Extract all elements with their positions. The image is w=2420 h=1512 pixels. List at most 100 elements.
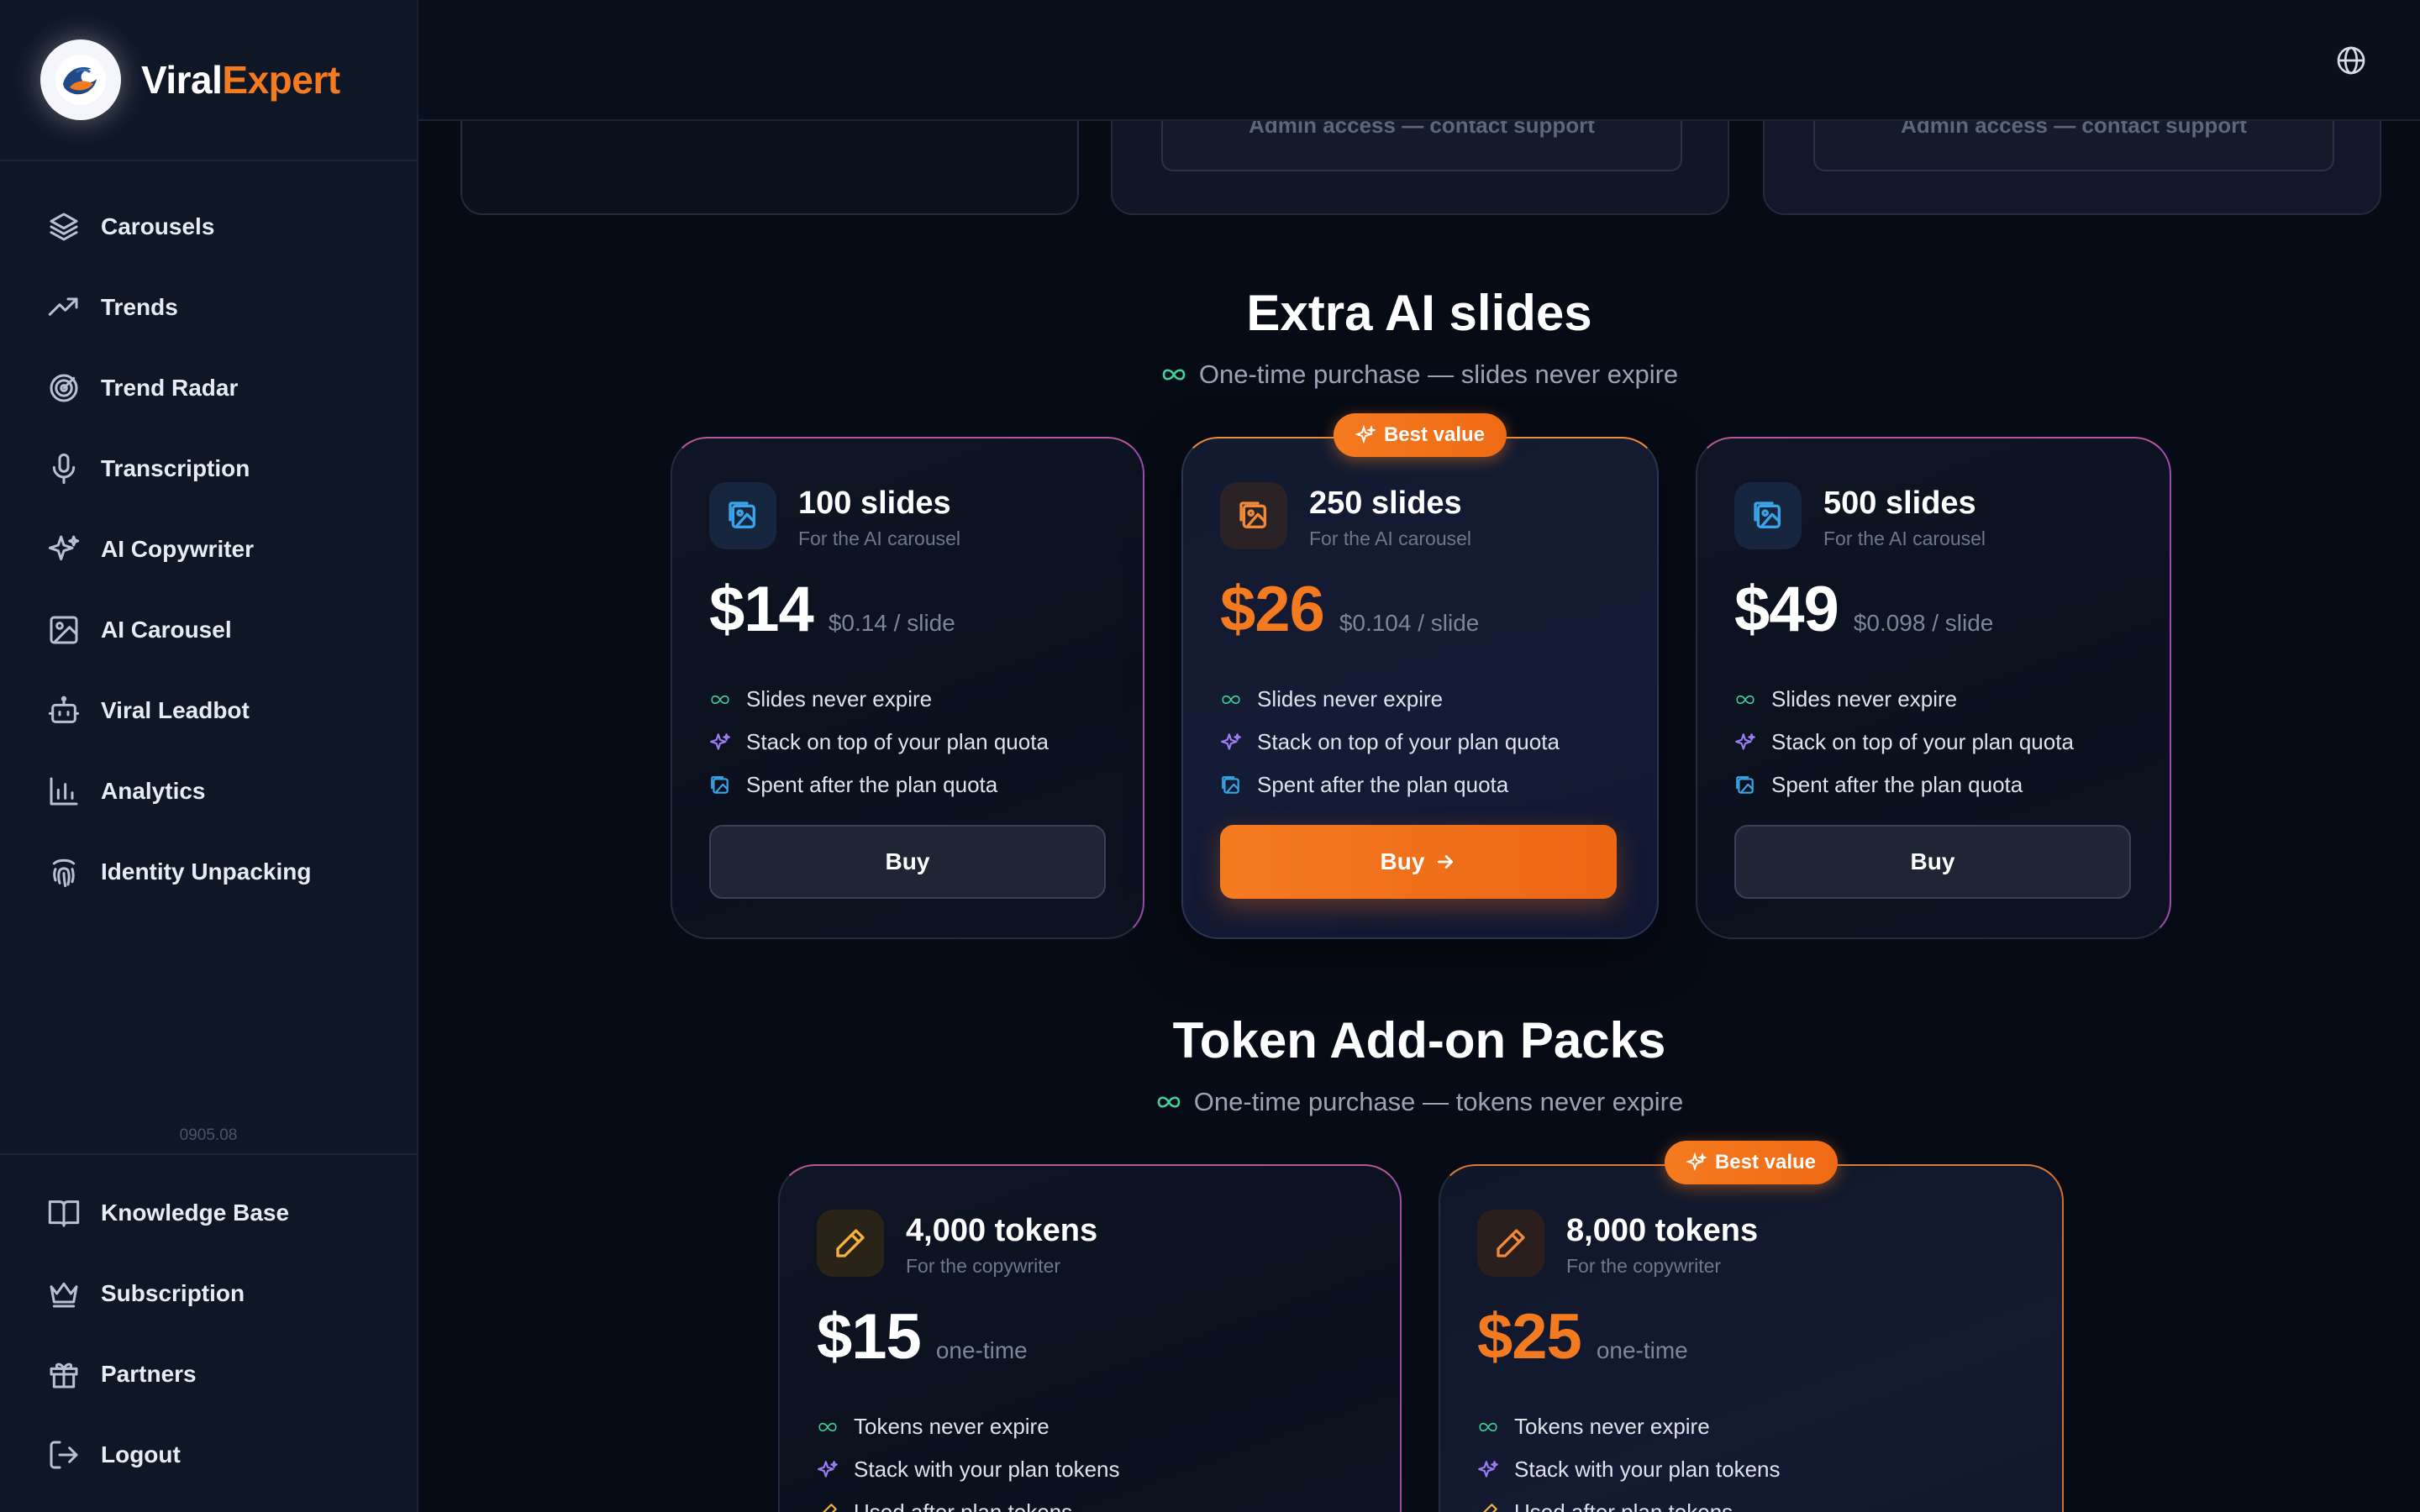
list-item: Slides never expire (1220, 678, 1560, 721)
best-value-badge: Best value (1664, 1141, 1839, 1184)
feature-text: Stack with your plan tokens (854, 1457, 1120, 1482)
sidebar-item-label: Viral Leadbot (101, 697, 250, 723)
slides-card-100: 100 slides For the AI carousel $14 $0.14… (671, 437, 1144, 939)
images-icon (1220, 482, 1287, 549)
pencil-icon (1477, 1210, 1544, 1277)
price: $26 (1220, 574, 1325, 645)
sidebar-item-label: Trends (101, 294, 178, 320)
price-per-unit: one-time (1596, 1337, 1688, 1363)
feature-text: Stack on top of your plan quota (746, 729, 1049, 754)
price-per-unit: one-time (935, 1337, 1028, 1363)
feature-text: Slides never expire (1257, 686, 1444, 711)
buy-button[interactable]: Buy (709, 825, 1106, 899)
images-icon (711, 775, 729, 794)
sidebar-item-analytics[interactable]: Analytics (45, 766, 398, 816)
sidebar-item-label: Logout (101, 1441, 181, 1467)
crown-icon (45, 1275, 82, 1312)
sidebar-item-trends[interactable]: Trends (45, 282, 398, 333)
card-title: 500 slides (1823, 486, 1976, 521)
card-description: For the AI carousel (1309, 528, 1472, 549)
infinity-icon (1479, 1422, 1497, 1431)
sparkles-icon (1355, 425, 1376, 444)
feature-list: Tokens never expire Stack with your plan… (1477, 1405, 1781, 1512)
price: $25 (1477, 1301, 1582, 1373)
sidebar-item-ai-carousel[interactable]: AI Carousel (45, 605, 398, 655)
feature-text: Tokens never expire (1514, 1414, 1710, 1439)
sidebar-item-identity-unpacking[interactable]: Identity Unpacking (45, 847, 398, 897)
price-row: $25 one-time (1477, 1300, 1688, 1373)
best-value-badge: Best value (1333, 413, 1507, 457)
sidebar-item-ai-copywriter[interactable]: AI Copywriter (45, 524, 398, 575)
arrow-right-icon (1438, 855, 1454, 869)
sidebar-item-trend-radar[interactable]: Trend Radar (45, 363, 398, 413)
trending-up-icon (45, 289, 82, 326)
card-description: For the AI carousel (1823, 528, 1986, 549)
feature-text: Stack on top of your plan quota (1257, 729, 1560, 754)
feature-text: Slides never expire (1771, 686, 1958, 711)
section-title-tokens: Token Add-on Packs (1172, 1012, 1666, 1068)
section-subtitle-tokens: One-time purchase — tokens never expire (418, 1087, 2420, 1117)
brand-name: ViralExpert (141, 57, 340, 102)
badge-text: Best value (1383, 423, 1486, 446)
sidebar-item-label: Analytics (101, 778, 206, 804)
list-item: Spent after the plan quota (1734, 764, 2074, 806)
sidebar-item-label: AI Copywriter (101, 536, 255, 562)
buy-button[interactable]: Buy (1220, 825, 1617, 899)
sidebar-item-subscription[interactable]: Subscription (45, 1268, 398, 1319)
price-row: $14 $0.14 / slide (709, 573, 955, 646)
pencil-icon (822, 1503, 837, 1512)
list-item: Spent after the plan quota (1220, 764, 1560, 806)
section-subtitle-text: One-time purchase — tokens never expire (1193, 1087, 1684, 1116)
buy-button-label: Buy (1910, 848, 1955, 874)
badge-text: Best value (1714, 1151, 1817, 1173)
sparkles-icon (1735, 732, 1755, 750)
sidebar-item-label: Partners (101, 1361, 197, 1387)
card-description: For the copywriter (1566, 1255, 1722, 1277)
price: $14 (709, 574, 814, 645)
infinity-icon (1162, 369, 1186, 381)
brand[interactable]: ViralExpert (0, 0, 417, 161)
feature-text: Spent after the plan quota (1257, 772, 1509, 797)
logout-icon (45, 1436, 82, 1473)
sidebar-item-viral-leadbot[interactable]: Viral Leadbot (45, 685, 398, 736)
card-title: 250 slides (1309, 486, 1462, 521)
price-per-unit: $0.098 / slide (1853, 610, 1994, 636)
infinity-icon (1222, 695, 1240, 704)
sidebar-item-carousels[interactable]: Carousels (45, 202, 398, 252)
sidebar-item-partners[interactable]: Partners (45, 1349, 398, 1399)
slides-card-500: 500 slides For the AI carousel $49 $0.09… (1696, 437, 2171, 939)
feature-list: Slides never expire Stack on top of your… (1220, 678, 1560, 806)
sidebar-item-label: Subscription (101, 1280, 245, 1306)
list-item: Stack with your plan tokens (1477, 1448, 1781, 1491)
section-subtitle-slides: One-time purchase — slides never expire (418, 360, 2420, 390)
feature-list: Slides never expire Stack on top of your… (1734, 678, 2074, 806)
sidebar: ViralExpert Carousels Trends Trend Radar… (0, 0, 418, 1512)
list-item: Stack with your plan tokens (817, 1448, 1120, 1491)
card-description: For the AI carousel (798, 528, 961, 549)
sparkles-icon (1221, 732, 1241, 750)
sparkles-icon (710, 732, 730, 750)
globe-icon[interactable] (2336, 45, 2366, 76)
sidebar-item-knowledge-base[interactable]: Knowledge Base (45, 1188, 398, 1238)
price-row: $49 $0.098 / slide (1734, 573, 1993, 646)
brand-logo-icon (40, 39, 121, 120)
tokens-card-4000: 4,000 tokens For the copywriter $15 one-… (778, 1164, 1402, 1512)
price: $15 (817, 1301, 922, 1373)
infinity-icon (711, 695, 729, 704)
list-item: Used after plan tokens (817, 1491, 1120, 1512)
card-description: For the copywriter (906, 1255, 1061, 1277)
feature-text: Spent after the plan quota (1771, 772, 2023, 797)
section-title-slides: Extra AI slides (1246, 285, 1592, 341)
feature-text: Slides never expire (746, 686, 933, 711)
pencil-icon (1482, 1503, 1497, 1512)
card-title: 8,000 tokens (1566, 1213, 1759, 1248)
images-icon (1222, 775, 1239, 794)
sparkles-icon (45, 531, 82, 568)
sidebar-item-transcription[interactable]: Transcription (45, 444, 398, 494)
images-icon (1736, 775, 1754, 794)
sidebar-item-logout[interactable]: Logout (45, 1430, 398, 1480)
radar-icon (45, 370, 82, 407)
list-item: Stack on top of your plan quota (1734, 721, 2074, 764)
app-version: 0905.08 (179, 1126, 238, 1144)
buy-button[interactable]: Buy (1734, 825, 2131, 899)
